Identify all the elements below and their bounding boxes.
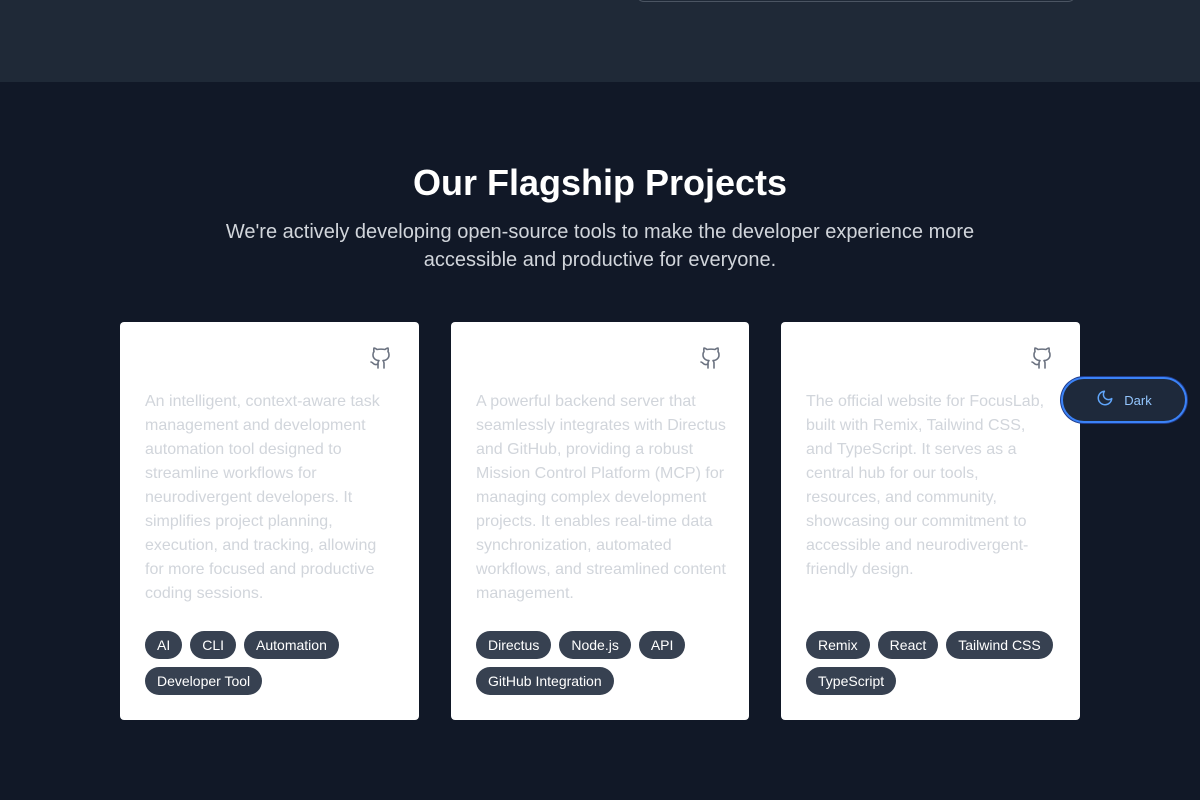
tag-badge: Automation <box>244 631 339 659</box>
tag-badge: API <box>638 631 686 659</box>
section-title: Our Flagship Projects <box>412 162 788 203</box>
tag-badge: Developer Tool <box>145 667 263 695</box>
section-subtitle: We're actively developing open-source to… <box>225 221 975 271</box>
header-input-edge[interactable] <box>636 0 1076 2</box>
projects-section: Our Flagship Projects We're actively dev… <box>0 82 1200 800</box>
tag-badge: Directus <box>476 631 552 659</box>
tag-badge: Tailwind CSS <box>946 631 1053 659</box>
project-description: An intelligent, context-aware task manag… <box>145 393 380 602</box>
project-description: A powerful backend server that seamlessl… <box>476 393 726 602</box>
tag-badge: React <box>877 631 939 659</box>
project-card: A powerful backend server that seamlessl… <box>451 322 749 720</box>
theme-toggle-label: Dark <box>1124 392 1152 408</box>
tag-badge: Node.js <box>559 631 631 659</box>
theme-toggle-button[interactable]: Dark <box>1061 377 1187 423</box>
tag-badge: TypeScript <box>806 667 897 695</box>
tag-list: Directus Node.js API GitHub Integration <box>476 631 736 695</box>
project-card: The official website for FocusLab, built… <box>781 322 1080 720</box>
moon-icon <box>1096 389 1114 412</box>
tag-list: Remix React Tailwind CSS TypeScript <box>806 631 1066 695</box>
github-icon[interactable] <box>1030 346 1054 370</box>
github-icon[interactable] <box>369 346 393 370</box>
tag-badge: AI <box>145 631 183 659</box>
tag-badge: GitHub Integration <box>476 667 614 695</box>
github-icon[interactable] <box>699 346 723 370</box>
tag-list: AI CLI Automation Developer Tool <box>145 631 405 695</box>
tag-badge: Remix <box>806 631 870 659</box>
project-description: The official website for FocusLab, built… <box>806 393 1045 578</box>
tag-badge: CLI <box>190 631 237 659</box>
project-card: An intelligent, context-aware task manag… <box>120 322 419 720</box>
header-band <box>0 0 1200 82</box>
